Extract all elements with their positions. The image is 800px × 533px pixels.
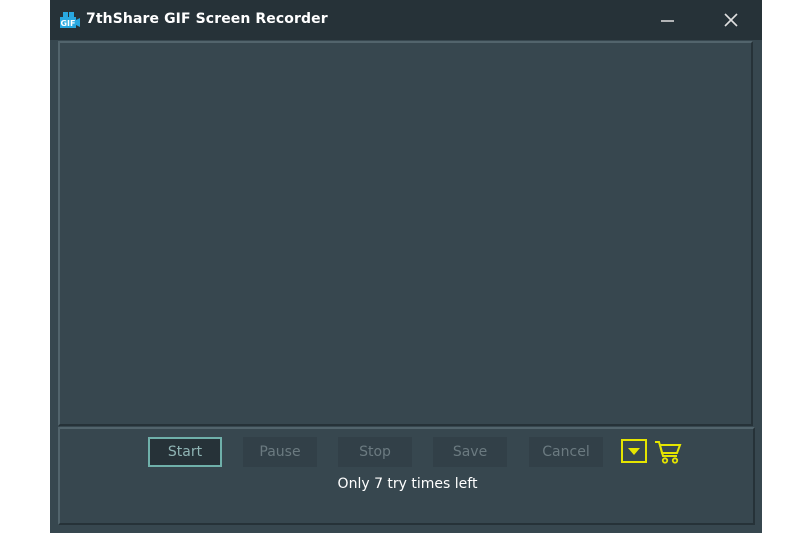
title-bar[interactable]: GIF 7thShare GIF Screen Recorder: [50, 0, 762, 40]
cancel-button[interactable]: Cancel: [529, 437, 603, 467]
options-dropdown-button[interactable]: [621, 439, 647, 463]
trial-remaining-message: Only 7 try times left: [337, 476, 478, 492]
recording-preview-area: [58, 41, 753, 426]
close-icon: [724, 13, 738, 27]
gif-app-icon: GIF: [60, 12, 80, 28]
dropdown-arrow-icon: [628, 448, 640, 455]
app-window: GIF 7thShare GIF Screen Recorder Start P…: [50, 0, 762, 533]
shopping-cart-icon[interactable]: [654, 439, 682, 465]
close-button[interactable]: [711, 5, 751, 35]
minimize-icon: [661, 20, 674, 22]
control-panel: Start Pause Stop Save Cancel Only 7 try …: [58, 427, 755, 525]
minimize-button[interactable]: [647, 5, 687, 35]
window-title: 7thShare GIF Screen Recorder: [86, 11, 328, 27]
save-button[interactable]: Save: [433, 437, 507, 467]
start-button[interactable]: Start: [148, 437, 222, 467]
app-icon-text: GIF: [60, 19, 75, 28]
stop-button[interactable]: Stop: [338, 437, 412, 467]
pause-button[interactable]: Pause: [243, 437, 317, 467]
